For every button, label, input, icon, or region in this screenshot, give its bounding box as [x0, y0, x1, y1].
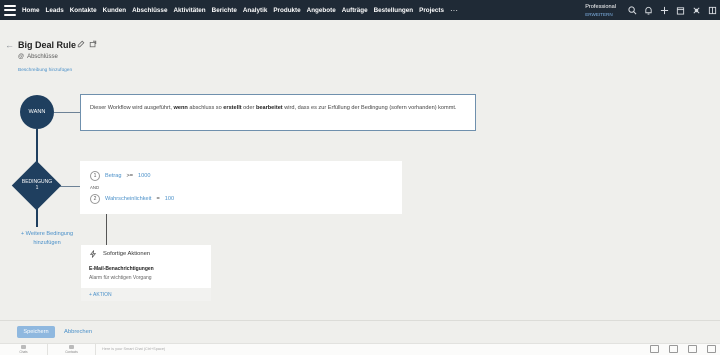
condition-connector [60, 186, 80, 187]
nav-item-reports[interactable]: Berichte [212, 7, 237, 14]
add-condition-link[interactable]: + Weitere Bedingung hinzufügen [12, 230, 82, 248]
smart-chat-input[interactable]: Here is your Smart Chat (Ctrl+Space) [102, 347, 165, 351]
tool-icon[interactable] [707, 345, 716, 353]
when-text: wird, dass es zur Erfüllung der Bedingun… [282, 105, 457, 111]
plus-icon[interactable] [656, 0, 672, 20]
nav-item-purchases[interactable]: Bestellungen [374, 7, 414, 14]
module-name: Abschlüsse [27, 54, 58, 60]
criteria-value[interactable]: 100 [165, 196, 174, 202]
contacts-icon [69, 345, 74, 349]
footer-divider [0, 320, 720, 321]
nav-item-projects[interactable]: Projects [419, 7, 444, 14]
actions-header-label: Sofortige Aktionen [103, 251, 151, 257]
when-text: oder [241, 105, 256, 111]
email-alert-title[interactable]: E-Mail-Benachrichtigungen [89, 266, 154, 272]
nav-item-orders[interactable]: Aufträge [342, 7, 368, 14]
nav-item-quotes[interactable]: Angebote [307, 7, 336, 14]
bottom-bar-tools [640, 345, 716, 353]
nav-item-home[interactable]: Home [22, 7, 40, 14]
save-button[interactable]: Speichern [17, 326, 55, 338]
criteria-row: 2 Wahrscheinlichkeit = 100 [90, 194, 174, 204]
back-arrow-icon[interactable]: ← [5, 40, 14, 50]
add-condition-line2: hinzufügen [33, 240, 61, 246]
module-line: @ Abschlüsse [18, 54, 58, 60]
add-condition-line1: + Weitere Bedingung [20, 231, 74, 237]
nav-item-contacts[interactable]: Kontakte [70, 7, 97, 14]
condition-node-number: 1 [35, 185, 39, 191]
when-node-label: WANN [28, 109, 46, 115]
nav-item-accounts[interactable]: Kunden [103, 7, 126, 14]
nav-more-button[interactable]: ··· [450, 6, 458, 15]
nav-item-activities[interactable]: Aktivitäten [173, 7, 205, 14]
tool-icon[interactable] [669, 345, 678, 353]
criteria-operator: = [156, 196, 160, 202]
criteria-value[interactable]: 1000 [138, 173, 150, 179]
chats-tab[interactable]: Chats [0, 344, 48, 355]
edit-icon[interactable] [77, 40, 85, 48]
criteria-row: 1 Betrag >= 1000 [90, 171, 150, 181]
contacts-tab-label: Contacts [65, 350, 78, 354]
add-description-link[interactable]: Beschreibung hinzufügen [18, 68, 72, 73]
nav-item-deals[interactable]: Abschlüsse [132, 7, 167, 14]
criteria-number: 2 [90, 194, 100, 204]
bell-icon[interactable] [640, 0, 656, 20]
cancel-button[interactable]: Abbrechen [64, 326, 92, 338]
when-keyword: bearbeitet [255, 105, 283, 111]
at-icon: @ [18, 54, 25, 60]
when-keyword: erstellt [223, 105, 242, 111]
nav-item-leads[interactable]: Leads [46, 7, 64, 14]
add-action-button[interactable]: + AKTION [81, 288, 211, 301]
apps-icon[interactable] [704, 0, 720, 20]
criteria-operator: >= [126, 173, 134, 179]
nav-tabs: Home Leads Kontakte Kunden Abschlüsse Ak… [19, 6, 458, 15]
chats-tab-label: Chats [19, 350, 28, 354]
criteria-field[interactable]: Betrag [105, 173, 121, 179]
when-node: WANN [20, 95, 54, 129]
actions-header: Sofortige Aktionen [89, 250, 150, 258]
chat-icon [21, 345, 26, 349]
tool-icon[interactable] [688, 345, 697, 353]
action-connector [106, 214, 107, 245]
link-icon[interactable] [89, 40, 97, 48]
when-keyword: wenn [173, 105, 188, 111]
when-connector [54, 112, 80, 113]
search-icon[interactable] [624, 0, 640, 20]
menu-icon[interactable] [4, 4, 16, 16]
when-text: Dieser Workflow wird ausgeführt, [90, 105, 174, 111]
calendar-icon[interactable] [672, 0, 688, 20]
criteria-field[interactable]: Wahrscheinlichkeit [105, 196, 151, 202]
instant-actions-box: Sofortige Aktionen E-Mail-Benachrichtigu… [81, 245, 211, 301]
condition-criteria-box[interactable]: 1 Betrag >= 1000 AND 2 Wahrscheinlichkei… [80, 161, 402, 214]
top-navigation: Home Leads Kontakte Kunden Abschlüsse Ak… [0, 0, 720, 20]
edition-info: Professional ERWEITERN [585, 4, 616, 17]
lightning-icon [89, 250, 97, 258]
edition-name: Professional [585, 3, 616, 10]
tool-icon[interactable] [650, 345, 659, 353]
nav-item-products[interactable]: Produkte [273, 7, 300, 14]
bottom-bar: Chats Contacts Here is your Smart Chat (… [0, 343, 720, 355]
setup-icon[interactable] [688, 0, 704, 20]
criteria-joiner: AND [90, 185, 100, 190]
contacts-tab[interactable]: Contacts [48, 344, 96, 355]
page-title: Big Deal Rule [18, 40, 77, 50]
email-alert-name[interactable]: Alarm für wichtigen Vorgang [89, 275, 152, 281]
nav-right-area: Professional ERWEITERN [585, 0, 720, 20]
when-description[interactable]: Dieser Workflow wird ausgeführt, wenn ab… [80, 94, 476, 131]
upgrade-link[interactable]: ERWEITERN [585, 12, 612, 17]
when-text: abschluss so [187, 105, 224, 111]
nav-item-analytics[interactable]: Analytik [243, 7, 268, 14]
criteria-number: 1 [90, 171, 100, 181]
condition-node-label: BEDINGUNG 1 [14, 179, 60, 191]
